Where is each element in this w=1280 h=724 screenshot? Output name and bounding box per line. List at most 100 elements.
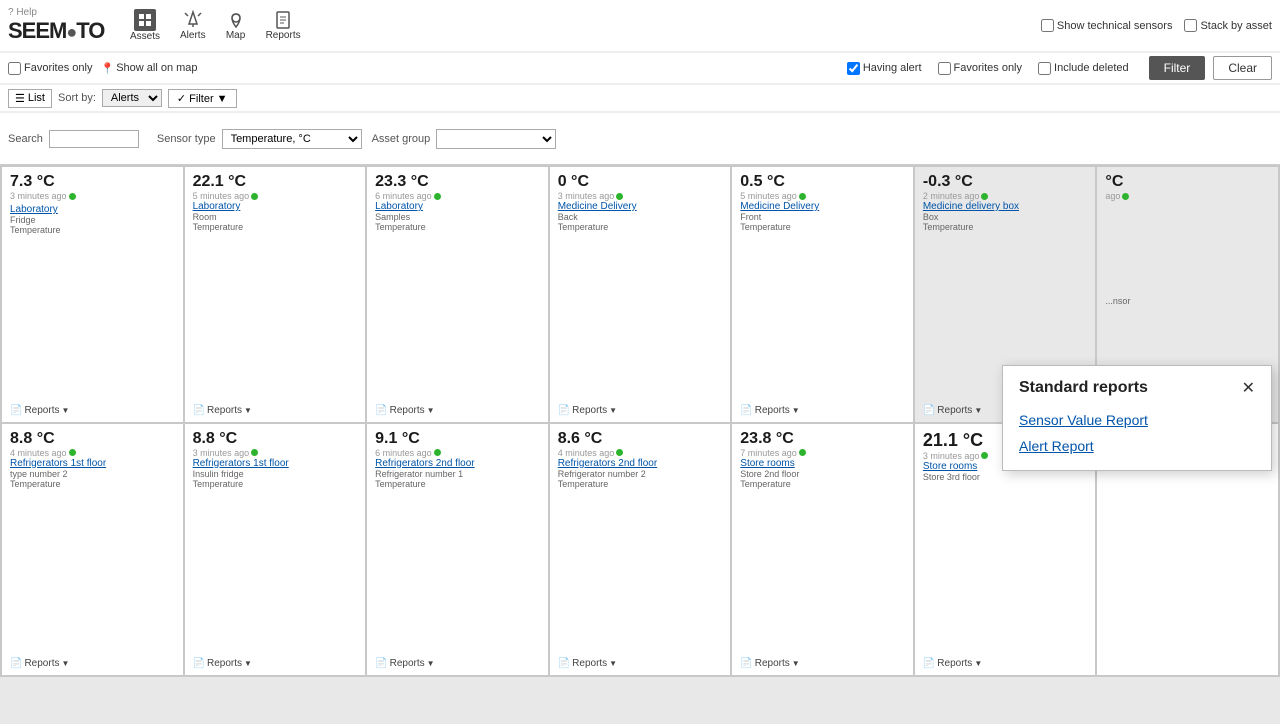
reports-doc-icon: 📄 — [193, 658, 205, 669]
favorites-only-checkbox[interactable] — [8, 62, 21, 75]
dropdown-chevron: ▼ — [427, 659, 435, 668]
card-temperature: 7.3 °C — [10, 173, 175, 191]
card-type: Temperature — [375, 479, 540, 489]
card-type: ...nsor — [1105, 296, 1270, 306]
assets-button[interactable]: Assets — [130, 9, 160, 42]
card-location[interactable]: Medicine delivery box — [923, 201, 1088, 212]
having-alert-label[interactable]: Having alert — [847, 62, 922, 75]
card-type: Temperature — [740, 222, 905, 232]
having-alert-checkbox[interactable] — [847, 62, 860, 75]
reports-button[interactable]: 📄 Reports ▼ — [193, 654, 358, 669]
sensor-type-label: Sensor type — [157, 133, 216, 145]
popup-close-button[interactable]: ✕ — [1242, 378, 1255, 398]
card-temperature: 0 °C — [558, 173, 723, 191]
nav-map[interactable]: Map — [218, 8, 254, 43]
card-type: Temperature — [193, 222, 358, 232]
sensor-card-3: 0 °C 3 minutes ago Medicine Delivery Bac… — [550, 167, 731, 422]
dropdown-chevron: ▼ — [792, 659, 800, 668]
reports-doc-icon: 📄 — [10, 405, 22, 416]
card-location[interactable]: Medicine Delivery — [740, 201, 905, 212]
card-sub: Store 2nd floor — [740, 469, 905, 479]
reports-doc-icon: 📄 — [740, 405, 752, 416]
alert-report-link[interactable]: Alert Report — [1019, 438, 1255, 454]
card-location[interactable]: Refrigerators 1st floor — [10, 458, 175, 469]
card-time: 7 minutes ago — [740, 448, 905, 458]
card-sub: Insulin fridge — [193, 469, 358, 479]
card-time: 6 minutes ago — [375, 448, 540, 458]
reports-nav-icon — [273, 10, 293, 30]
asset-group-label: Asset group — [372, 133, 431, 145]
search-input[interactable] — [49, 130, 139, 148]
list-view-button[interactable]: ☰ List — [8, 89, 52, 108]
card-temperature: 9.1 °C — [375, 430, 540, 448]
include-deleted-checkbox[interactable] — [1038, 62, 1051, 75]
show-technical-sensors-checkbox[interactable] — [1041, 19, 1054, 32]
card-location[interactable]: Laboratory — [193, 201, 358, 212]
reports-doc-icon: 📄 — [923, 658, 935, 669]
card-location[interactable]: Laboratory — [10, 204, 175, 215]
card-location[interactable]: Laboratory — [375, 201, 540, 212]
favorites-only-label[interactable]: Favorites only — [8, 62, 92, 75]
sensor-card-1: 22.1 °C 5 minutes ago Laboratory Room Te… — [185, 167, 366, 422]
sensor-value-report-link[interactable]: Sensor Value Report — [1019, 412, 1255, 428]
dropdown-chevron: ▼ — [609, 406, 617, 415]
stack-by-asset-checkbox[interactable] — [1184, 19, 1197, 32]
filter-button[interactable]: Filter — [1149, 56, 1206, 80]
reports-button[interactable]: 📄 Reports ▼ — [558, 401, 723, 416]
status-dot — [616, 193, 623, 200]
status-dot — [251, 449, 258, 456]
reports-button[interactable]: 📄 Reports ▼ — [923, 654, 1088, 669]
reports-button[interactable]: 📄 Reports ▼ — [10, 401, 175, 416]
card-location[interactable]: Medicine Delivery — [558, 201, 723, 212]
card-location[interactable]: Store rooms — [740, 458, 905, 469]
include-deleted-label[interactable]: Include deleted — [1038, 62, 1129, 75]
reports-doc-icon: 📄 — [375, 405, 387, 416]
card-temperature: 0.5 °C — [740, 173, 905, 191]
reports-button[interactable]: 📄 Reports ▼ — [375, 654, 540, 669]
asset-group-select[interactable] — [436, 129, 556, 149]
reports-doc-icon: 📄 — [193, 405, 205, 416]
card-type: Temperature — [558, 222, 723, 232]
reports-button[interactable]: 📄 Reports ▼ — [375, 401, 540, 416]
status-dot — [69, 193, 76, 200]
card-time: 3 minutes ago — [10, 191, 175, 201]
card-location[interactable]: Refrigerators 2nd floor — [558, 458, 723, 469]
sensor-card-0: 7.3 °C 3 minutes ago Laboratory Fridge T… — [2, 167, 183, 422]
clear-button[interactable]: Clear — [1213, 56, 1272, 80]
card-time: 4 minutes ago — [558, 448, 723, 458]
nav-alerts[interactable]: Alerts — [172, 8, 214, 43]
reports-doc-icon: 📄 — [375, 658, 387, 669]
stack-by-asset-label[interactable]: Stack by asset — [1184, 19, 1272, 32]
reports-button[interactable]: 📄 Reports ▼ — [193, 401, 358, 416]
sensor-card-2: 23.3 °C 6 minutes ago Laboratory Samples… — [367, 167, 548, 422]
reports-popup: Standard reports ✕ Sensor Value Report A… — [1002, 365, 1272, 471]
help-link[interactable]: ? Help — [8, 7, 118, 18]
card-time: ago — [1105, 191, 1270, 201]
second-favorites-checkbox[interactable] — [938, 62, 951, 75]
second-favorites-label[interactable]: Favorites only — [938, 62, 1022, 75]
sort-select[interactable]: Alerts Name — [102, 89, 162, 107]
sensor-type-select[interactable]: Temperature, °C Humidity — [222, 129, 362, 149]
reports-doc-icon: 📄 — [923, 405, 935, 416]
card-location[interactable]: Refrigerators 2nd floor — [375, 458, 540, 469]
reports-button[interactable]: 📄 Reports ▼ — [558, 654, 723, 669]
dropdown-chevron: ▼ — [61, 659, 69, 668]
reports-button[interactable]: 📄 Reports ▼ — [740, 654, 905, 669]
sensor-card-7: 8.8 °C 4 minutes ago Refrigerators 1st f… — [2, 424, 183, 676]
reports-button[interactable]: 📄 Reports ▼ — [740, 401, 905, 416]
status-dot — [799, 449, 806, 456]
status-dot — [69, 449, 76, 456]
filter-toggle-button[interactable]: ✓ Filter ▼ — [168, 89, 237, 108]
show-all-on-map-link[interactable]: 📍 Show all on map — [100, 62, 197, 75]
card-temperature: 23.8 °C — [740, 430, 905, 448]
card-location[interactable]: Refrigerators 1st floor — [193, 458, 358, 469]
card-sub: Fridge — [10, 215, 175, 225]
card-sub: Refrigerator number 2 — [558, 469, 723, 479]
nav-reports[interactable]: Reports — [258, 8, 309, 43]
reports-button[interactable]: 📄 Reports ▼ — [10, 654, 175, 669]
card-type: Temperature — [10, 479, 175, 489]
map-pin-icon: 📍 — [100, 62, 114, 75]
show-technical-sensors-label[interactable]: Show technical sensors — [1041, 19, 1173, 32]
card-sub: Room — [193, 212, 358, 222]
status-dot — [434, 193, 441, 200]
